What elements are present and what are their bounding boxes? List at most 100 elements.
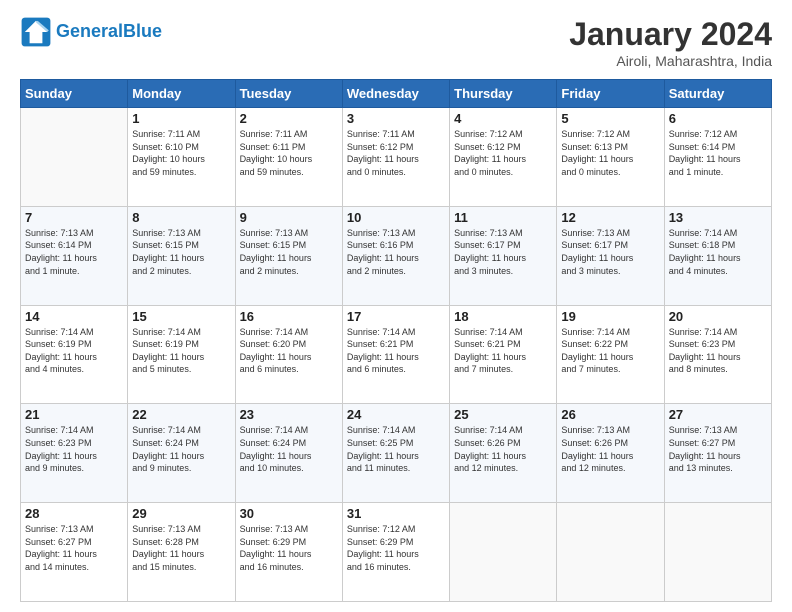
- calendar-cell: 22Sunrise: 7:14 AM Sunset: 6:24 PM Dayli…: [128, 404, 235, 503]
- header-saturday: Saturday: [664, 80, 771, 108]
- day-info: Sunrise: 7:13 AM Sunset: 6:27 PM Dayligh…: [669, 424, 767, 474]
- day-info: Sunrise: 7:13 AM Sunset: 6:14 PM Dayligh…: [25, 227, 123, 277]
- page: GeneralBlue January 2024 Airoli, Maharas…: [0, 0, 792, 612]
- day-number: 24: [347, 407, 445, 422]
- header-monday: Monday: [128, 80, 235, 108]
- day-number: 30: [240, 506, 338, 521]
- calendar-week-row: 1Sunrise: 7:11 AM Sunset: 6:10 PM Daylig…: [21, 108, 772, 207]
- logo-blue: Blue: [123, 21, 162, 41]
- calendar-cell: 5Sunrise: 7:12 AM Sunset: 6:13 PM Daylig…: [557, 108, 664, 207]
- day-number: 3: [347, 111, 445, 126]
- day-info: Sunrise: 7:12 AM Sunset: 6:14 PM Dayligh…: [669, 128, 767, 178]
- day-info: Sunrise: 7:13 AM Sunset: 6:17 PM Dayligh…: [454, 227, 552, 277]
- logo-general: General: [56, 21, 123, 41]
- day-info: Sunrise: 7:14 AM Sunset: 6:23 PM Dayligh…: [669, 326, 767, 376]
- calendar-cell: [664, 503, 771, 602]
- header-wednesday: Wednesday: [342, 80, 449, 108]
- day-number: 21: [25, 407, 123, 422]
- day-number: 6: [669, 111, 767, 126]
- title-section: January 2024 Airoli, Maharashtra, India: [569, 16, 772, 69]
- calendar-week-row: 14 Sunrise: 7:14 AM Sunset: 6:19 PM Dayli…: [21, 305, 772, 404]
- logo-icon: [20, 16, 52, 48]
- day-info: Sunrise: 7:13 AM Sunset: 6:16 PM Dayligh…: [347, 227, 445, 277]
- day-info: Sunrise: 7:14 AM Sunset: 6:25 PM Dayligh…: [347, 424, 445, 474]
- day-info: Sunrise: 7:14 AM Sunset: 6:19 PM Dayligh…: [132, 326, 230, 376]
- day-number: 25: [454, 407, 552, 422]
- calendar-cell: 17Sunrise: 7:14 AM Sunset: 6:21 PM Dayli…: [342, 305, 449, 404]
- calendar-body: 1Sunrise: 7:11 AM Sunset: 6:10 PM Daylig…: [21, 108, 772, 602]
- calendar-header: Sunday Monday Tuesday Wednesday Thursday…: [21, 80, 772, 108]
- day-info: Sunrise: 7:13 AM Sunset: 6:17 PM Dayligh…: [561, 227, 659, 277]
- calendar-cell: 26Sunrise: 7:13 AM Sunset: 6:26 PM Dayli…: [557, 404, 664, 503]
- day-number: 13: [669, 210, 767, 225]
- header-tuesday: Tuesday: [235, 80, 342, 108]
- day-number: 28: [25, 506, 123, 521]
- day-number: 31: [347, 506, 445, 521]
- calendar-cell: 2Sunrise: 7:11 AM Sunset: 6:11 PM Daylig…: [235, 108, 342, 207]
- day-number: 8: [132, 210, 230, 225]
- calendar-cell: 25 Sunrise: 7:14 AM Sunset: 6:26 PM Dayli…: [450, 404, 557, 503]
- day-info: Sunrise: 7:11 AM Sunset: 6:11 PM Dayligh…: [240, 128, 338, 178]
- day-number: 1: [132, 111, 230, 126]
- calendar-week-row: 7 Sunrise: 7:13 AM Sunset: 6:14 PM Daylig…: [21, 206, 772, 305]
- day-number: 15: [132, 309, 230, 324]
- calendar-cell: 18 Sunrise: 7:14 AM Sunset: 6:21 PM Dayli…: [450, 305, 557, 404]
- calendar-cell: 29 Sunrise: 7:13 AM Sunset: 6:28 PM Dayli…: [128, 503, 235, 602]
- day-info: Sunrise: 7:14 AM Sunset: 6:24 PM Dayligh…: [240, 424, 338, 474]
- month-title: January 2024: [569, 16, 772, 53]
- calendar-cell: 4Sunrise: 7:12 AM Sunset: 6:12 PM Daylig…: [450, 108, 557, 207]
- calendar-cell: 11 Sunrise: 7:13 AM Sunset: 6:17 PM Dayli…: [450, 206, 557, 305]
- calendar-cell: [21, 108, 128, 207]
- day-info: Sunrise: 7:14 AM Sunset: 6:18 PM Dayligh…: [669, 227, 767, 277]
- calendar-cell: 12 Sunrise: 7:13 AM Sunset: 6:17 PM Dayli…: [557, 206, 664, 305]
- day-number: 4: [454, 111, 552, 126]
- day-info: Sunrise: 7:14 AM Sunset: 6:19 PM Dayligh…: [25, 326, 123, 376]
- calendar-cell: 9Sunrise: 7:13 AM Sunset: 6:15 PM Daylig…: [235, 206, 342, 305]
- day-number: 14: [25, 309, 123, 324]
- calendar-week-row: 21 Sunrise: 7:14 AM Sunset: 6:23 PM Dayli…: [21, 404, 772, 503]
- day-number: 12: [561, 210, 659, 225]
- day-number: 7: [25, 210, 123, 225]
- day-info: Sunrise: 7:14 AM Sunset: 6:21 PM Dayligh…: [454, 326, 552, 376]
- day-number: 20: [669, 309, 767, 324]
- calendar-cell: 23Sunrise: 7:14 AM Sunset: 6:24 PM Dayli…: [235, 404, 342, 503]
- calendar-cell: 21 Sunrise: 7:14 AM Sunset: 6:23 PM Dayli…: [21, 404, 128, 503]
- day-info: Sunrise: 7:14 AM Sunset: 6:23 PM Dayligh…: [25, 424, 123, 474]
- calendar-cell: 7 Sunrise: 7:13 AM Sunset: 6:14 PM Daylig…: [21, 206, 128, 305]
- day-number: 16: [240, 309, 338, 324]
- day-info: Sunrise: 7:11 AM Sunset: 6:12 PM Dayligh…: [347, 128, 445, 178]
- day-number: 19: [561, 309, 659, 324]
- calendar-cell: 24 Sunrise: 7:14 AM Sunset: 6:25 PM Dayli…: [342, 404, 449, 503]
- day-info: Sunrise: 7:13 AM Sunset: 6:15 PM Dayligh…: [132, 227, 230, 277]
- day-info: Sunrise: 7:14 AM Sunset: 6:26 PM Dayligh…: [454, 424, 552, 474]
- day-info: Sunrise: 7:13 AM Sunset: 6:27 PM Dayligh…: [25, 523, 123, 573]
- day-number: 29: [132, 506, 230, 521]
- day-number: 10: [347, 210, 445, 225]
- weekday-header-row: Sunday Monday Tuesday Wednesday Thursday…: [21, 80, 772, 108]
- header-sunday: Sunday: [21, 80, 128, 108]
- calendar-cell: 31 Sunrise: 7:12 AM Sunset: 6:29 PM Dayli…: [342, 503, 449, 602]
- calendar-cell: 28 Sunrise: 7:13 AM Sunset: 6:27 PM Dayli…: [21, 503, 128, 602]
- location: Airoli, Maharashtra, India: [569, 53, 772, 69]
- day-number: 18: [454, 309, 552, 324]
- day-info: Sunrise: 7:13 AM Sunset: 6:28 PM Dayligh…: [132, 523, 230, 573]
- calendar-cell: [450, 503, 557, 602]
- calendar-week-row: 28 Sunrise: 7:13 AM Sunset: 6:27 PM Dayli…: [21, 503, 772, 602]
- calendar-cell: [557, 503, 664, 602]
- logo-text: GeneralBlue: [56, 22, 162, 42]
- calendar-cell: 19Sunrise: 7:14 AM Sunset: 6:22 PM Dayli…: [557, 305, 664, 404]
- calendar-cell: 15 Sunrise: 7:14 AM Sunset: 6:19 PM Dayli…: [128, 305, 235, 404]
- calendar-cell: 6 Sunrise: 7:12 AM Sunset: 6:14 PM Daylig…: [664, 108, 771, 207]
- header: GeneralBlue January 2024 Airoli, Maharas…: [20, 16, 772, 69]
- day-number: 11: [454, 210, 552, 225]
- day-info: Sunrise: 7:13 AM Sunset: 6:29 PM Dayligh…: [240, 523, 338, 573]
- day-info: Sunrise: 7:13 AM Sunset: 6:26 PM Dayligh…: [561, 424, 659, 474]
- calendar-cell: 30 Sunrise: 7:13 AM Sunset: 6:29 PM Dayli…: [235, 503, 342, 602]
- day-info: Sunrise: 7:14 AM Sunset: 6:20 PM Dayligh…: [240, 326, 338, 376]
- logo: GeneralBlue: [20, 16, 162, 48]
- calendar-cell: 16 Sunrise: 7:14 AM Sunset: 6:20 PM Dayli…: [235, 305, 342, 404]
- day-number: 9: [240, 210, 338, 225]
- day-info: Sunrise: 7:12 AM Sunset: 6:29 PM Dayligh…: [347, 523, 445, 573]
- calendar-cell: 13 Sunrise: 7:14 AM Sunset: 6:18 PM Dayli…: [664, 206, 771, 305]
- calendar-cell: 8 Sunrise: 7:13 AM Sunset: 6:15 PM Daylig…: [128, 206, 235, 305]
